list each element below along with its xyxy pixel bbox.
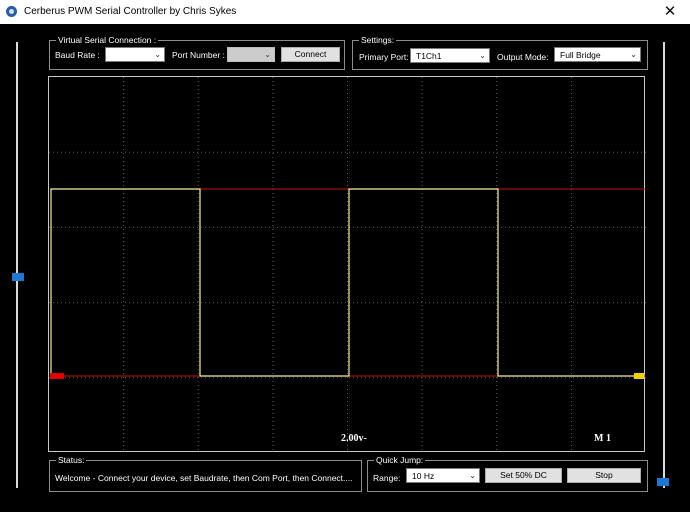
scope-grid — [49, 77, 646, 453]
chevron-down-icon: ⌄ — [469, 471, 476, 480]
primary-port-value: T1Ch1 — [416, 51, 442, 61]
status-message: Welcome - Connect your device, set Baudr… — [55, 473, 353, 483]
port-number-select[interactable]: ⌄ — [227, 47, 275, 62]
oscilloscope-display: 2.00v- M 1 — [48, 76, 646, 453]
range-select[interactable]: 10 Hz ⌄ — [406, 468, 480, 483]
baud-rate-select[interactable]: ⌄ — [105, 47, 165, 62]
chevron-down-icon: ⌄ — [630, 50, 637, 59]
stop-button[interactable]: Stop — [567, 468, 641, 483]
title-bar: Cerberus PWM Serial Controller by Chris … — [0, 0, 690, 25]
right-slider-track[interactable] — [663, 42, 665, 488]
port-number-label: Port Number : — [172, 50, 225, 60]
chevron-down-icon: ⌄ — [154, 50, 161, 59]
settings-group-title: Settings: — [359, 34, 397, 46]
close-icon[interactable]: ✕ — [650, 0, 690, 24]
left-slider-track[interactable] — [16, 42, 18, 488]
right-slider-thumb[interactable] — [657, 478, 669, 486]
chevron-down-icon: ⌄ — [264, 50, 271, 59]
voltage-scale-label: 2.00v- — [341, 433, 367, 444]
status-group-title: Status: — [56, 454, 87, 466]
range-label: Range: — [373, 473, 401, 483]
set-50-dc-button[interactable]: Set 50% DC — [485, 468, 562, 483]
baud-rate-label: Baud Rate : — [55, 50, 100, 60]
left-slider-thumb[interactable] — [12, 273, 24, 282]
range-value: 10 Hz — [412, 471, 435, 481]
serial-group-title: Virtual Serial Connection : — [56, 34, 159, 46]
primary-port-label: Primary Port: — [359, 52, 409, 62]
chevron-down-icon: ⌄ — [479, 51, 486, 60]
output-mode-value: Full Bridge — [560, 50, 601, 60]
primary-port-select[interactable]: T1Ch1 ⌄ — [410, 48, 490, 63]
app-icon — [6, 6, 17, 17]
channel-label: M 1 — [594, 433, 611, 444]
left-channel-marker — [50, 373, 64, 379]
window-title: Cerberus PWM Serial Controller by Chris … — [24, 6, 237, 17]
quick-jump-group-title: Quick Jump: — [374, 454, 426, 466]
connect-button[interactable]: Connect — [281, 47, 340, 62]
right-channel-marker — [634, 373, 644, 379]
output-mode-select[interactable]: Full Bridge ⌄ — [554, 47, 641, 62]
output-mode-label: Output Mode: — [497, 52, 549, 62]
